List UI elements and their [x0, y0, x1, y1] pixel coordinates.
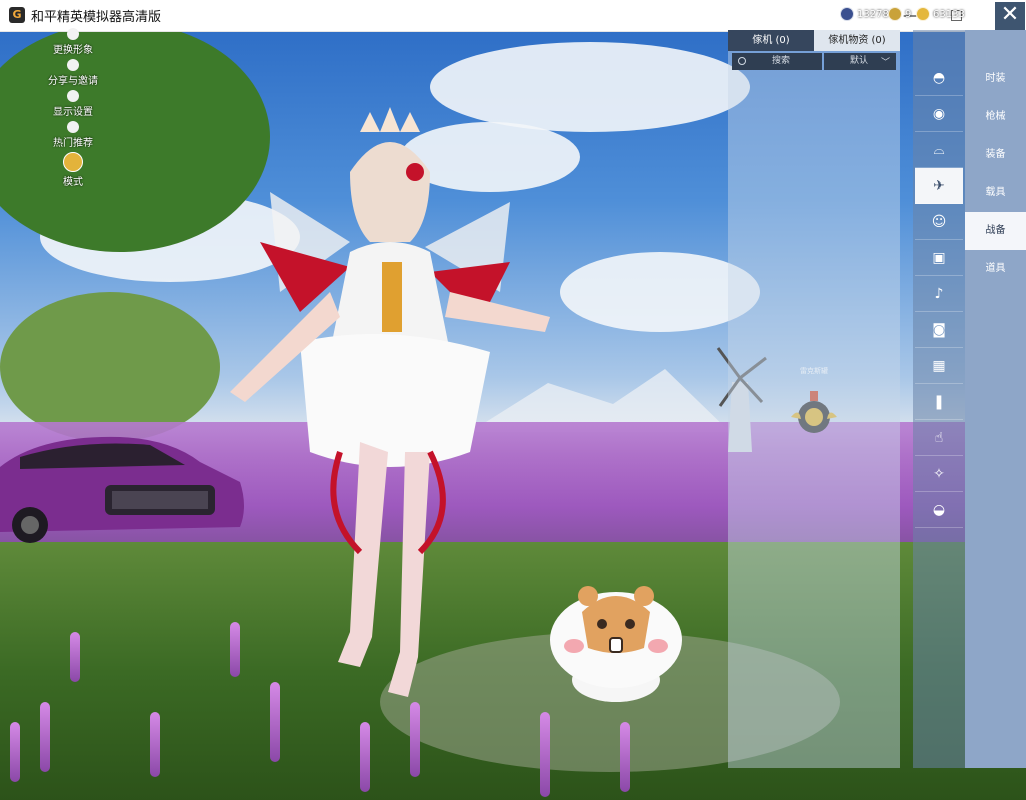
- category-equipment[interactable]: 装备: [965, 136, 1026, 174]
- left-menu-label: 分享与邀请: [48, 76, 98, 87]
- recommend-button[interactable]: 热门推荐: [48, 121, 98, 149]
- currency-gold: 63133: [916, 7, 965, 21]
- token-icon: [888, 7, 902, 21]
- flower: [540, 712, 550, 797]
- category-weapons[interactable]: 枪械: [965, 98, 1026, 136]
- eye-icon: [67, 90, 79, 102]
- item-panel: 傢机 (0) 傢机物资 (0) 搜索 默认 ﹀: [728, 30, 900, 768]
- robot-icon[interactable]: ▣: [915, 240, 963, 276]
- flower: [620, 722, 630, 792]
- category-column: 时装 枪械 装备 载具 战备 道具: [965, 30, 1026, 768]
- change-avatar-button[interactable]: 更换形象: [48, 28, 98, 56]
- flower: [360, 722, 370, 792]
- flower: [10, 722, 20, 782]
- flower: [150, 712, 160, 777]
- left-menu-label: 更换形象: [53, 45, 93, 56]
- avatar-badge-icon: [63, 152, 83, 172]
- flower: [70, 632, 80, 682]
- puzzle-icon: [67, 59, 79, 71]
- search-placeholder: 搜索: [772, 56, 791, 66]
- coupon-icon: [840, 7, 854, 21]
- share-button[interactable]: 分享与邀请: [48, 59, 98, 87]
- window-title: 和平精英模拟器高清版: [31, 10, 162, 25]
- glider-icon[interactable]: ⌓: [915, 132, 963, 168]
- category-battle-prep[interactable]: 战备: [965, 212, 1026, 250]
- wand-icon[interactable]: ✧: [915, 456, 963, 492]
- category-items[interactable]: 道具: [965, 250, 1026, 288]
- tab-pets[interactable]: 傢机 (0): [728, 30, 814, 51]
- face-icon[interactable]: ◙: [915, 312, 963, 348]
- gold-icon: [916, 7, 930, 21]
- bush: [0, 292, 220, 442]
- picture-icon[interactable]: ▦: [915, 348, 963, 384]
- helmet-icon[interactable]: ◓: [915, 60, 963, 96]
- flower: [40, 702, 50, 772]
- tab-pet-supplies[interactable]: 傢机物资 (0): [814, 30, 900, 51]
- sort-dropdown[interactable]: 默认 ﹀: [824, 53, 896, 70]
- speaker-icon[interactable]: ♪: [915, 276, 963, 312]
- currency-tokens: 9: [888, 7, 911, 21]
- category-fashion[interactable]: 时装: [965, 60, 1026, 98]
- close-panel-button[interactable]: ✕: [995, 2, 1025, 30]
- smiley-icon[interactable]: ☺: [915, 204, 963, 240]
- bowl-icon[interactable]: ◒: [915, 492, 963, 528]
- mode-button[interactable]: 模式: [48, 152, 98, 188]
- eye-mask-icon[interactable]: ◉: [915, 96, 963, 132]
- hand-icon[interactable]: ☝: [915, 420, 963, 456]
- left-menu-label: 热门推荐: [53, 138, 93, 149]
- subcategory-icons: ◓ ◉ ⌓ ✈ ☺ ▣ ♪ ◙ ▦ ❚ ☝ ✧ ◒: [913, 30, 965, 768]
- currency-value: 63133: [933, 8, 965, 20]
- currency-value: 9: [905, 8, 912, 20]
- chevron-down-icon: ﹀: [880, 58, 890, 68]
- sort-value: 默认: [850, 56, 869, 66]
- category-vehicles[interactable]: 载具: [965, 174, 1026, 212]
- display-settings-button[interactable]: 显示设置: [48, 90, 98, 118]
- flower: [410, 702, 420, 777]
- left-menu-label: 显示设置: [53, 107, 93, 118]
- hamster-mascot: [550, 586, 682, 702]
- search-icon: [738, 57, 746, 65]
- app-icon: G: [9, 7, 25, 23]
- search-input[interactable]: 搜索: [732, 53, 822, 70]
- currency-coupons: 132780: [840, 7, 895, 21]
- plane-icon[interactable]: ✈: [915, 168, 963, 204]
- spray-icon[interactable]: ❚: [915, 384, 963, 420]
- home-icon: [67, 121, 79, 133]
- left-menu-label: 模式: [63, 177, 83, 188]
- left-menu: 更换形象 分享与邀请 显示设置 热门推荐 模式: [48, 28, 98, 191]
- person-icon: [67, 28, 79, 40]
- character-model: [230, 107, 550, 697]
